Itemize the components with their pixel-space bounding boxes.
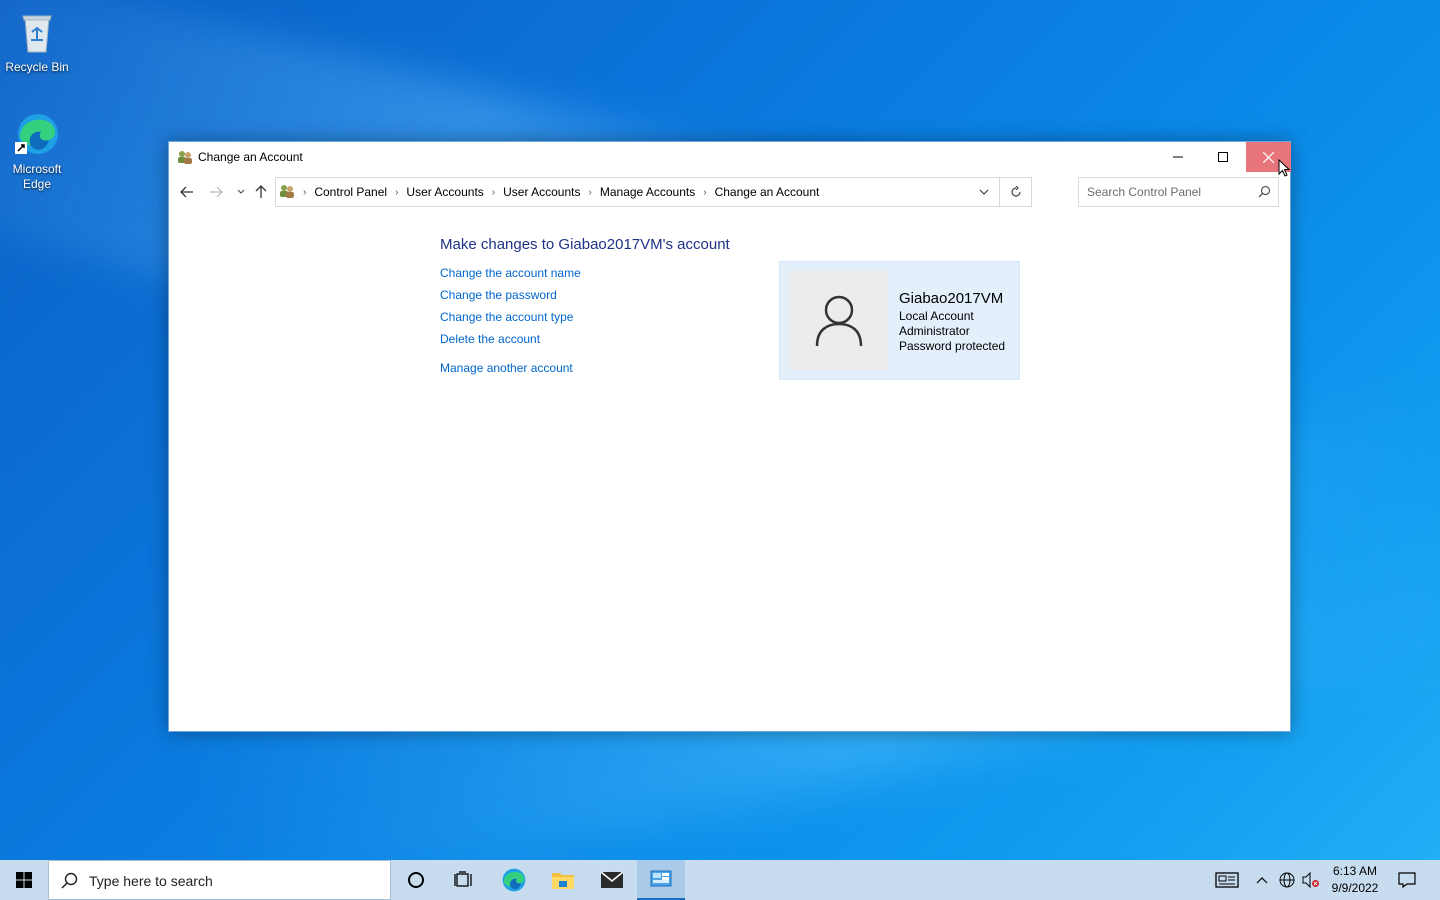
back-button[interactable] <box>179 184 195 200</box>
search-icon <box>61 872 78 892</box>
manage-another-account-link[interactable]: Manage another account <box>440 361 730 383</box>
news-widget-button[interactable] <box>1210 860 1244 900</box>
arrow-left-icon <box>180 186 193 198</box>
taskbar-control-panel-button[interactable] <box>637 860 685 900</box>
account-card: Giabao2017VM Local Account Administrator… <box>779 261 1020 380</box>
delete-account-link[interactable]: Delete the account <box>440 332 730 354</box>
account-type: Local Account <box>899 309 974 323</box>
maximize-icon <box>1217 152 1228 162</box>
desktop-icon-recycle-bin[interactable]: Recycle Bin <box>0 8 74 75</box>
minimize-icon <box>1172 156 1183 158</box>
chevron-down-icon <box>979 189 989 195</box>
taskbar-edge-button[interactable] <box>490 860 538 900</box>
breadcrumb-separator-icon: › <box>303 186 307 198</box>
news-icon <box>1215 872 1239 888</box>
address-bar[interactable]: › Control Panel › User Accounts › User A… <box>275 177 1032 207</box>
breadcrumb-separator-icon[interactable]: › <box>589 187 592 198</box>
user-accounts-icon <box>177 149 193 165</box>
title-bar[interactable]: Change an Account <box>169 142 1291 172</box>
control-panel-icon <box>279 183 295 202</box>
windows-logo-icon <box>16 872 32 888</box>
breadcrumb-user-accounts[interactable]: User Accounts <box>406 185 483 199</box>
taskbar: Type here to search 6:13 AM 9/9/2022 <box>0 860 1440 900</box>
cortana-button[interactable] <box>392 860 440 900</box>
page-title: Make changes to Giabao2017VM's account <box>440 236 730 253</box>
edge-icon <box>13 110 61 158</box>
arrow-right-icon <box>210 186 223 198</box>
account-role: Administrator <box>899 324 970 338</box>
minimize-button[interactable] <box>1155 142 1200 172</box>
network-button[interactable] <box>1276 860 1298 900</box>
recent-locations-button[interactable] <box>233 184 249 200</box>
mail-icon <box>600 871 624 888</box>
volume-muted-icon <box>1302 872 1319 888</box>
desktop-icon-label: Recycle Bin <box>5 60 69 74</box>
task-view-button[interactable] <box>440 860 488 900</box>
avatar <box>789 271 888 370</box>
maximize-button[interactable] <box>1200 142 1245 172</box>
cortana-icon <box>408 872 424 888</box>
breadcrumb-user-accounts-sub[interactable]: User Accounts <box>503 185 580 199</box>
up-button[interactable] <box>253 184 269 200</box>
forward-button[interactable] <box>208 184 224 200</box>
chevron-down-icon <box>237 189 245 194</box>
volume-button[interactable] <box>1300 860 1322 900</box>
user-icon <box>815 295 862 346</box>
breadcrumb-separator-icon[interactable]: › <box>492 187 495 198</box>
breadcrumb-manage-accounts[interactable]: Manage Accounts <box>600 185 695 199</box>
change-password-link[interactable]: Change the password <box>440 288 730 310</box>
taskbar-search-box[interactable]: Type here to search <box>48 860 391 900</box>
address-history-button[interactable] <box>975 178 993 206</box>
clock-date: 9/9/2022 <box>1331 881 1379 895</box>
window-title: Change an Account <box>198 150 303 164</box>
account-name: Giabao2017VM <box>899 290 1004 307</box>
control-panel-window: Change an Account › Control Panel › User… <box>168 141 1291 732</box>
taskbar-clock[interactable]: 6:13 AM 9/9/2022 <box>1326 863 1384 897</box>
breadcrumb-control-panel[interactable]: Control Panel <box>314 185 387 199</box>
notifications-button[interactable] <box>1394 860 1420 900</box>
taskbar-search-placeholder: Type here to search <box>89 873 213 889</box>
breadcrumb-change-an-account[interactable]: Change an Account <box>715 185 820 199</box>
control-panel-icon <box>650 870 672 887</box>
task-view-icon <box>454 871 472 887</box>
breadcrumb: › Control Panel › User Accounts › User A… <box>276 178 819 206</box>
start-button[interactable] <box>0 860 48 900</box>
search-icon[interactable] <box>1258 185 1271 203</box>
breadcrumb-separator-icon[interactable]: › <box>703 187 706 198</box>
mail-button[interactable] <box>588 860 636 900</box>
change-account-type-link[interactable]: Change the account type <box>440 310 730 332</box>
desktop-icon-microsoft-edge[interactable]: Microsoft Edge <box>0 110 74 192</box>
arrow-up-icon <box>255 185 267 198</box>
recycle-bin-icon <box>13 8 61 56</box>
desktop-icon-label: Microsoft Edge <box>12 162 62 191</box>
address-row: › Control Panel › User Accounts › User A… <box>169 177 1290 207</box>
account-status: Password protected <box>899 339 1006 353</box>
breadcrumb-separator-icon[interactable]: › <box>395 187 398 198</box>
file-explorer-icon <box>552 873 574 889</box>
chevron-up-icon <box>1256 877 1268 884</box>
refresh-icon <box>1010 186 1021 197</box>
file-explorer-button[interactable] <box>539 860 587 900</box>
close-icon <box>1263 151 1274 163</box>
search-input[interactable] <box>1079 178 1249 206</box>
account-tasks: Make changes to Giabao2017VM's account C… <box>440 236 730 383</box>
globe-icon <box>1279 872 1295 888</box>
notification-icon <box>1398 872 1416 888</box>
show-hidden-icons-button[interactable] <box>1252 860 1272 900</box>
search-control-panel[interactable] <box>1078 177 1279 207</box>
refresh-button[interactable] <box>999 178 1031 206</box>
mouse-cursor-icon <box>1278 159 1290 177</box>
clock-time: 6:13 AM <box>1332 864 1378 878</box>
edge-icon <box>502 868 526 892</box>
change-account-name-link[interactable]: Change the account name <box>440 266 730 288</box>
